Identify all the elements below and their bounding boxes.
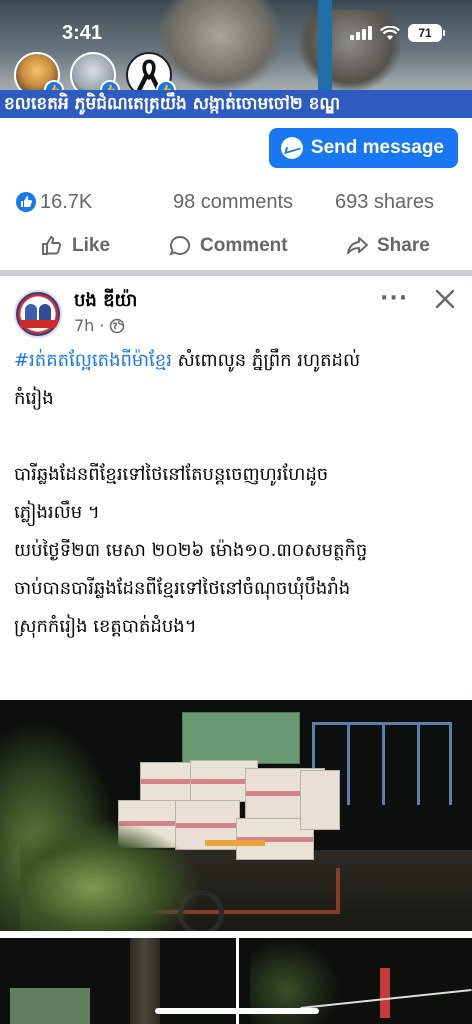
feed-divider [0,270,472,276]
cellular-signal-icon [350,26,372,40]
post-text-line: ស្រុកកំរៀង ខេត្តបាត់ដំបង។ [14,616,197,637]
like-label: Like [72,235,111,256]
photo-tape [205,840,265,846]
status-icons: 71 [350,24,445,42]
previous-post-caption: ខលខេតអិ ភូមិជំណតេត្រយឹង សង្កាត់ចោមចៅ២ ខណ… [0,90,472,118]
like-reaction-icon[interactable] [16,192,36,212]
comment-label: Comment [200,235,288,256]
hashtag-link[interactable]: #រត់គតល្អែតេងពីម៉ាខ្មែរ [14,350,172,371]
engagement-stats: 16.7K 98 comments 693 shares [0,182,472,222]
status-bar: 3:41 71 [0,0,472,54]
post-time[interactable]: 7h · [74,316,105,335]
comments-count[interactable]: 98 comments [173,191,293,214]
likes-count[interactable]: 16.7K [40,191,92,214]
post-text-line: បារីឆ្លងដែនពីខ្មែរទៅថៃនៅតែបន្តចេញហូរហែដូ… [14,464,329,485]
cargo-box [300,770,340,830]
shares-count[interactable]: 693 shares [335,191,434,214]
more-options-icon[interactable]: ··· [380,286,408,311]
post-text-line: ចាប់បានបារីឆ្លងដែនពីខ្មែរទៅថៃនៅចំណុចឃុំប… [14,578,351,599]
like-button[interactable]: Like [40,234,110,258]
post-body: #រត់គតល្អែតេងពីម៉ាខ្មែរ សំពោលូន ភ្នំព្រឹ… [14,342,458,646]
battery-icon: 71 [408,24,445,42]
thumbs-up-icon [42,236,62,255]
cargo-box [140,762,195,802]
photo-gap [0,931,472,938]
photo-crates [10,988,90,1024]
cargo-box [182,712,300,764]
post-photo[interactable] [0,700,472,932]
post-text-line: កំរៀង [14,388,54,409]
globe-icon [109,318,124,333]
post-text-line: ភ្លៀងរលឹម ។ [14,502,100,523]
send-message-area: Send message [0,118,472,176]
post-header: បង ឌីយ៉ា 7h · ··· [0,278,472,340]
send-message-button[interactable]: Send message [268,128,458,168]
share-label: Share [377,235,430,256]
share-button[interactable]: Share [345,234,430,258]
post-meta: 7h · [74,316,125,335]
status-time: 3:41 [62,22,103,44]
post-text-line: យប់ថ្ងៃទី២៣ មេសា ២០២៦ ម៉ោង១០.៣០សមត្ថកិច្… [14,540,368,561]
close-icon[interactable] [432,286,458,312]
photo-foliage [20,820,200,932]
photo-red-post [380,968,390,1018]
send-message-label: Send message [310,137,444,158]
share-arrow-icon [347,237,368,254]
page-name[interactable]: បង ឌីយ៉ា [74,288,137,315]
home-indicator[interactable] [155,1008,319,1014]
post-actions: Like Comment Share [0,226,472,268]
comment-button[interactable]: Comment [168,234,288,258]
messenger-icon [280,137,303,159]
wifi-icon [380,25,400,40]
page-avatar[interactable] [14,290,62,338]
post-text-line: សំពោលូន ភ្នំព្រឹក រហូតដល់ [171,350,361,371]
comment-icon [169,236,191,256]
